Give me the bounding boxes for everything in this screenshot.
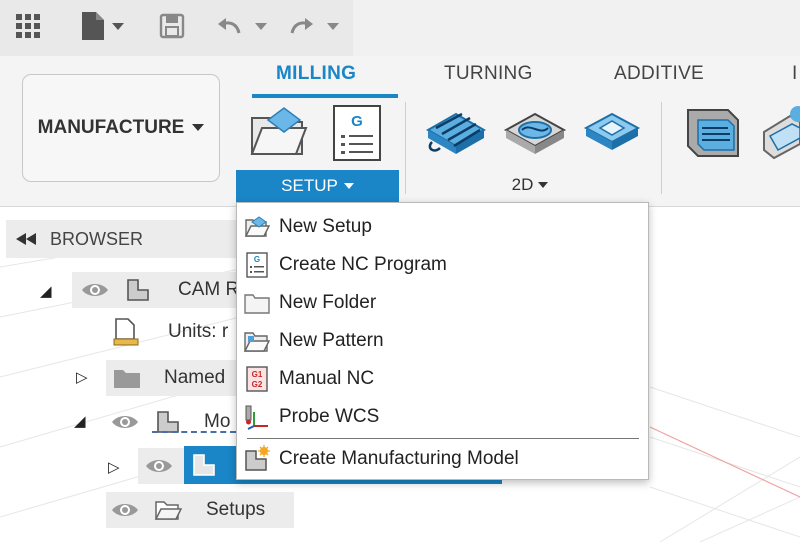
2d-label: 2D	[511, 175, 534, 194]
eye-icon[interactable]	[110, 412, 140, 432]
file-icon[interactable]	[76, 6, 128, 46]
title-area	[353, 0, 800, 56]
menu-item-new-setup[interactable]: New Setup	[243, 209, 642, 245]
browser-row-label: Mo	[204, 411, 231, 432]
2d-dropdown-button[interactable]: 2D	[495, 172, 565, 198]
facing-icon[interactable]	[422, 102, 490, 165]
browser-row-label: Setups	[206, 499, 266, 520]
setups-folder-icon	[154, 501, 182, 520]
pattern-icon	[243, 327, 271, 355]
expand-toggle[interactable]: ▷	[76, 368, 88, 386]
svg-text:G2: G2	[252, 380, 263, 389]
menu-item-label: New Setup	[279, 216, 372, 237]
caret-down-icon	[538, 181, 549, 188]
svg-text:G: G	[351, 113, 363, 130]
tab-additive[interactable]: ADDITIVE	[614, 63, 704, 85]
new-setup-icon	[243, 213, 271, 241]
browser-row-label: Units: r	[168, 321, 229, 342]
browser-title: BROWSER	[50, 228, 144, 249]
browser-row-setups[interactable]: Setups	[106, 492, 294, 528]
probe-wcs-icon	[243, 403, 271, 431]
caret-down-icon	[192, 124, 205, 131]
cam-root-icon	[127, 279, 149, 301]
browser-row-models[interactable]: Mo	[106, 404, 242, 440]
menu-item-create-manufacturing-model[interactable]: Create Manufacturing Model	[243, 441, 642, 477]
redo-icon[interactable]	[286, 6, 346, 46]
folder-icon	[243, 289, 271, 317]
browser-row-label: CAM R	[178, 279, 240, 300]
workspace-label: MANUFACTURE	[37, 117, 185, 138]
setup-dropdown-button[interactable]: SETUP	[236, 170, 399, 202]
menu-item-label: New Folder	[279, 292, 377, 313]
menu-item-label: Create Manufacturing Model	[279, 448, 519, 469]
nc-program-ribbon-icon[interactable]: G	[332, 104, 382, 167]
caret-down-icon	[343, 182, 354, 189]
grid-icon[interactable]	[10, 6, 46, 46]
eye-icon[interactable]	[144, 456, 174, 476]
ribbon-separator	[661, 102, 662, 194]
svg-text:G: G	[254, 255, 260, 264]
menu-item-new-folder[interactable]: New Folder	[243, 285, 642, 321]
menu-separator	[247, 438, 639, 439]
collapse-browser-icon[interactable]	[16, 233, 36, 245]
expand-toggle[interactable]: ◢	[74, 412, 86, 430]
menu-item-label: Manual NC	[279, 368, 375, 389]
model-link-indicator	[152, 431, 236, 433]
2d-pocket-icon[interactable]	[582, 104, 642, 163]
svg-text:G1: G1	[252, 370, 263, 379]
setup-label: SETUP	[281, 176, 338, 195]
save-icon[interactable]	[155, 6, 189, 46]
menu-item-label: Create NC Program	[279, 254, 447, 275]
menu-item-manual-nc[interactable]: G1 G2 Manual NC	[243, 361, 642, 397]
nc-program-icon: G	[243, 251, 271, 279]
browser-row-label: Named	[164, 367, 226, 388]
new-setup-ribbon-icon[interactable]	[248, 106, 308, 163]
menu-item-new-pattern[interactable]: New Pattern	[243, 323, 642, 359]
tab-overflow[interactable]: I	[792, 63, 798, 85]
expand-toggle[interactable]: ▷	[108, 458, 120, 476]
eye-icon[interactable]	[110, 500, 140, 520]
component-icon	[193, 454, 215, 476]
active-tab-indicator	[252, 94, 398, 98]
undo-icon[interactable]	[214, 6, 274, 46]
browser-header[interactable]: BROWSER	[6, 220, 236, 258]
workspace-switcher[interactable]: MANUFACTURE	[22, 74, 220, 182]
menu-item-label: New Pattern	[279, 330, 384, 351]
folder-icon	[114, 370, 140, 388]
browser-row-units[interactable]: Units: r	[106, 314, 242, 350]
setup-dropdown-menu: New Setup G Create NC Program New Folder	[236, 202, 649, 480]
3d-adaptive-icon[interactable]	[760, 104, 800, 165]
browser-row-cam-root[interactable]: CAM R	[72, 272, 242, 308]
units-icon	[113, 318, 139, 346]
3d-toolpath-icon[interactable]	[684, 104, 742, 165]
expand-toggle[interactable]: ◢	[40, 282, 52, 300]
menu-item-label: Probe WCS	[279, 406, 380, 427]
manual-nc-icon: G1 G2	[243, 365, 271, 393]
tab-turning[interactable]: TURNING	[444, 63, 533, 85]
eye-icon[interactable]	[80, 280, 110, 300]
browser-row-named-views[interactable]: Named	[106, 360, 242, 396]
ribbon-separator	[405, 102, 406, 194]
tab-milling[interactable]: MILLING	[276, 63, 356, 85]
menu-item-create-nc-program[interactable]: G Create NC Program	[243, 247, 642, 283]
manufacturing-model-icon	[243, 445, 271, 473]
2d-adaptive-icon[interactable]	[502, 102, 568, 165]
menu-item-probe-wcs[interactable]: Probe WCS	[243, 399, 642, 435]
